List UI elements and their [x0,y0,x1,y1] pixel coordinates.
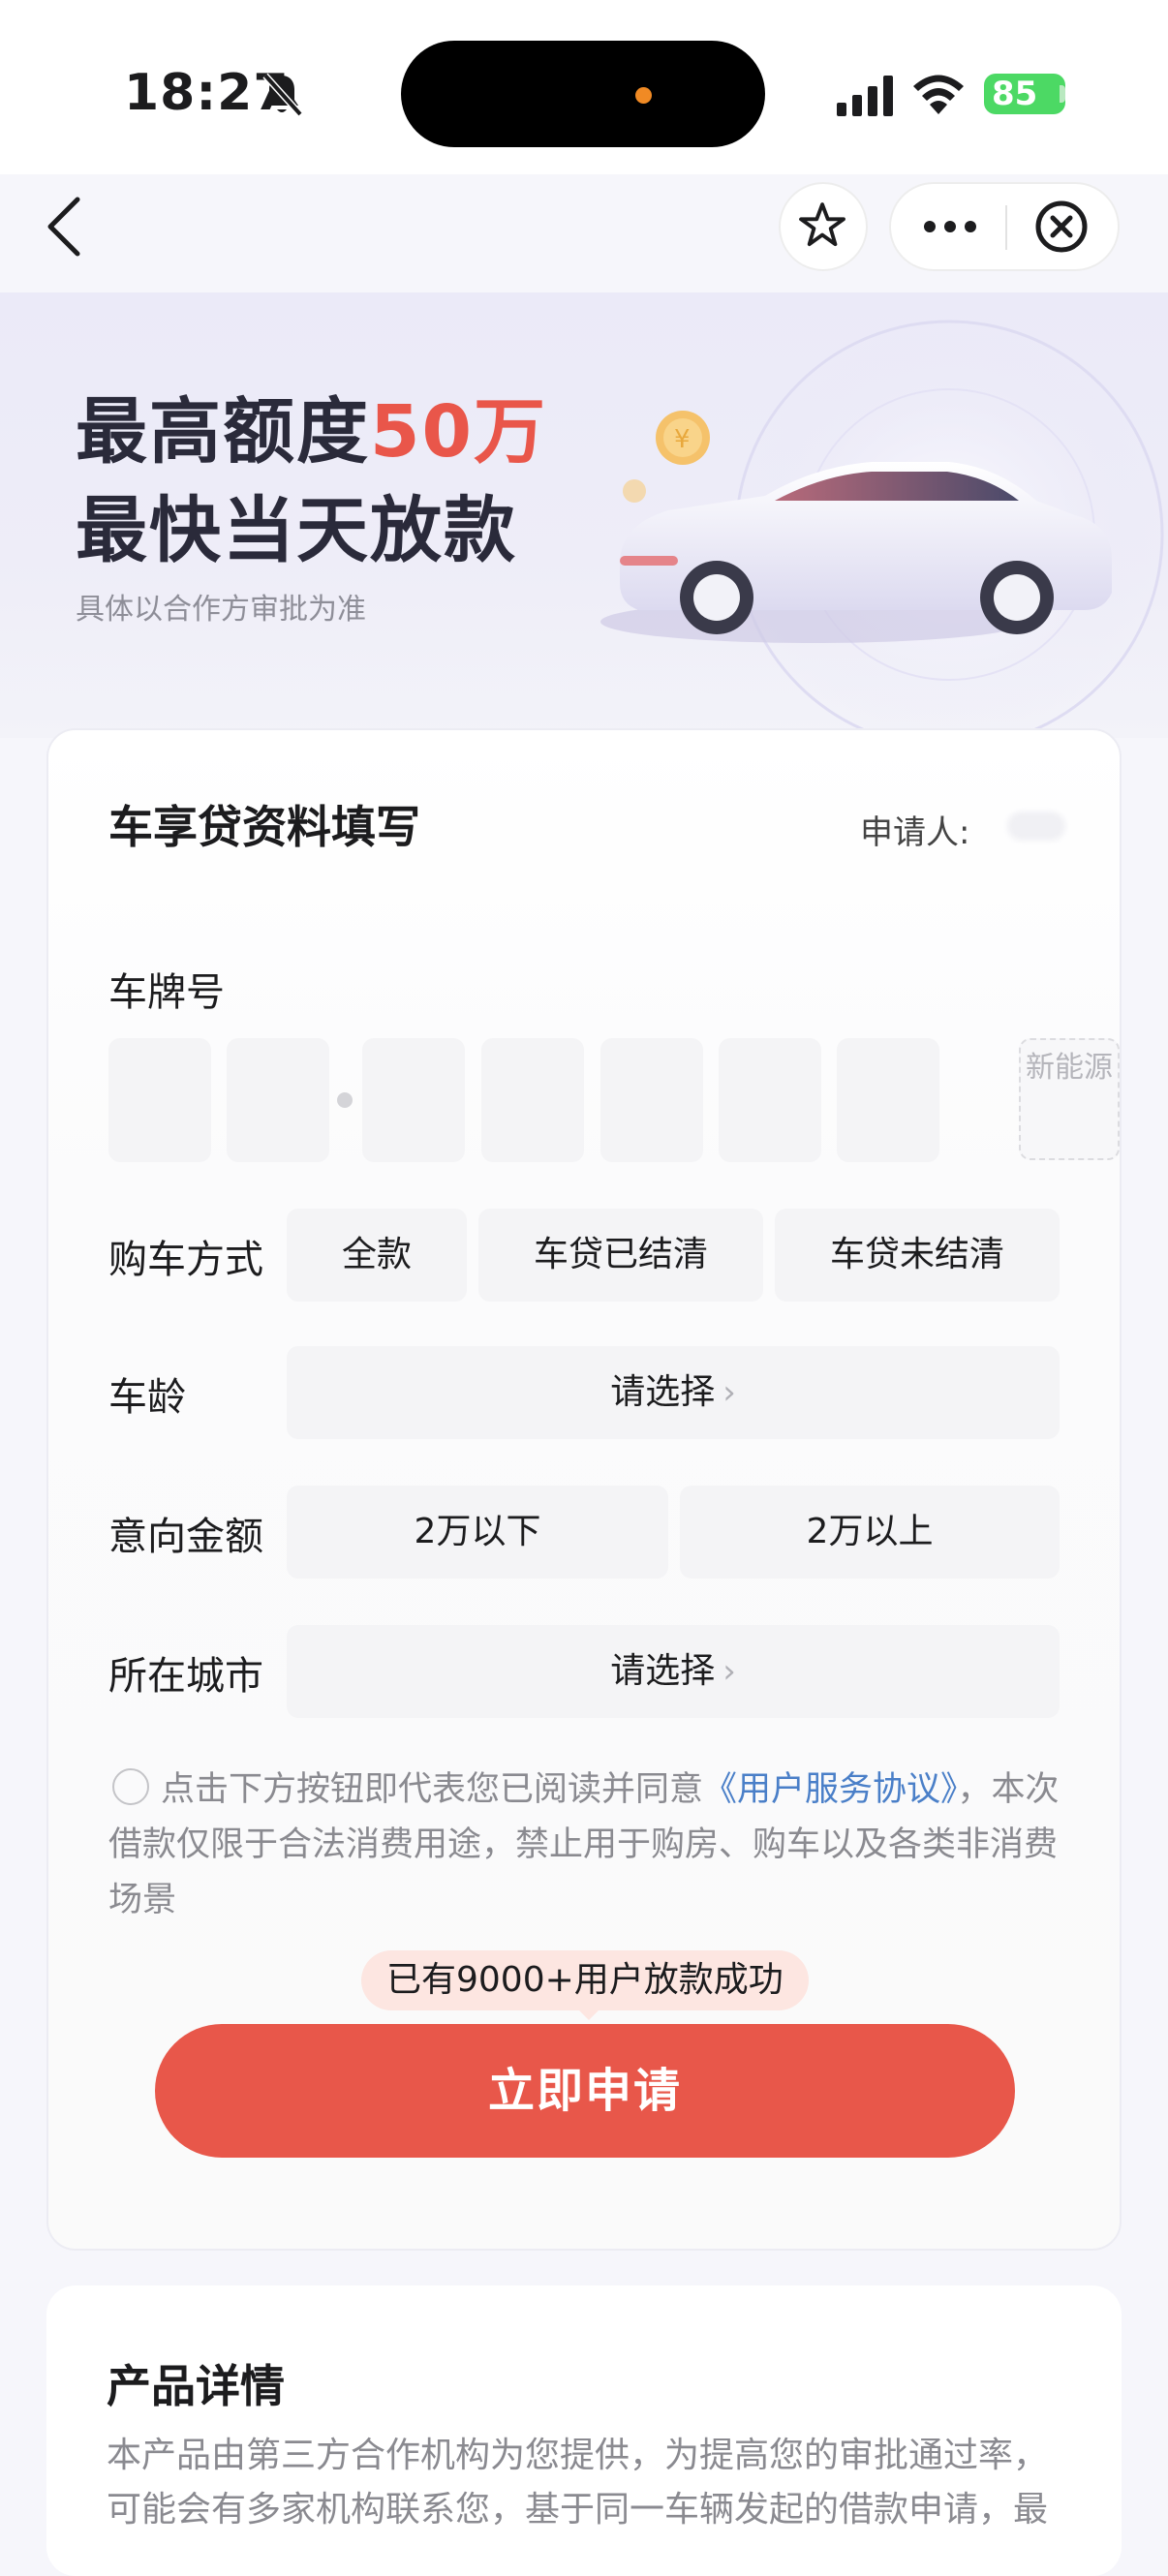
dynamic-island [401,41,765,147]
product-details-title: 产品详情 [107,2360,285,2412]
star-icon [799,202,845,247]
plate-char-7[interactable] [837,1038,939,1162]
plate-char-1[interactable] [108,1038,211,1162]
battery-level: 85 [992,75,1038,113]
plate-char-5[interactable] [600,1038,703,1162]
battery-tip [1060,85,1065,103]
plate-char-2[interactable] [227,1038,329,1162]
car-age-select[interactable]: 请选择 › [287,1346,1060,1439]
plate-new-energy-slot[interactable]: 新能源 [1019,1038,1120,1160]
applicant-name-masked [1007,812,1065,841]
wifi-icon [913,75,964,114]
success-count-tip: 已有9000+用户放款成功 [361,1950,809,2010]
plate-input-row: 新能源 [108,1038,1120,1164]
favorite-button[interactable] [779,182,868,271]
user-service-agreement-link[interactable]: 《用户服务协议》 [703,1770,958,1809]
chevron-right-icon: › [722,1373,736,1412]
close-circle-icon [1035,200,1088,253]
plate-char-6[interactable] [719,1038,821,1162]
car-age-label: 车龄 [108,1375,186,1420]
tip-arrow [577,2009,600,2020]
svg-text:¥: ¥ [674,425,691,454]
hero-title-line2: 最快当天放款 [76,489,517,572]
purchase-label: 购车方式 [108,1238,263,1282]
purchase-option-full[interactable]: 全款 [287,1209,467,1302]
car-age-placeholder: 请选择 [610,1372,716,1412]
form-title: 车享贷资料填写 [108,801,420,853]
back-button[interactable] [39,192,93,261]
plate-char-3[interactable] [362,1038,465,1162]
city-label: 所在城市 [108,1654,263,1699]
application-form-card: 车享贷资料填写 申请人: 车牌号 新能源 购车方式 全款 车贷已结清 车贷未结清… [46,728,1122,2251]
hero-title-prefix: 最高额度 [76,390,370,474]
agreement-prefix: 点击下方按钮即代表您已阅读并同意 [161,1770,704,1809]
more-dots-icon [924,221,976,232]
plate-separator-dot [337,1092,353,1108]
bell-muted-icon [262,73,303,117]
product-details-card: 产品详情 本产品由第三方合作机构为您提供，为提高您的审批通过率，可能会有多家机构… [46,2285,1122,2576]
agreement-text: 点击下方按钮即代表您已阅读并同意《用户服务协议》，本次借款仅限于合法消费用途，禁… [108,1763,1077,1928]
apply-now-button[interactable]: 立即申请 [155,2024,1015,2158]
hero-banner: 最高额度50万 最快当天放款 具体以合作方审批为准 ¥ [0,292,1168,738]
chevron-right-icon: › [722,1652,736,1691]
car-illustration: ¥ [600,320,1164,738]
city-placeholder: 请选择 [610,1651,716,1691]
cellular-signal-icon [837,76,893,116]
plate-label: 车牌号 [108,970,225,1015]
city-select[interactable]: 请选择 › [287,1625,1060,1718]
battery-indicator: 85 [984,74,1065,114]
product-details-text: 本产品由第三方合作机构为您提供，为提高您的审批通过率，可能会有多家机构联系您，基… [107,2436,1049,2530]
amount-option-under-20k[interactable]: 2万以下 [287,1486,668,1579]
hero-title-line1: 最高额度50万 [76,374,547,477]
hero-subtitle: 具体以合作方审批为准 [76,593,366,627]
agreement-checkbox[interactable] [112,1768,149,1805]
recording-dot [635,87,652,104]
purchase-option-loan-uncleared[interactable]: 车贷未结清 [775,1209,1060,1302]
purchase-option-loan-cleared[interactable]: 车贷已结清 [478,1209,763,1302]
applicant-label: 申请人: [860,813,970,852]
close-button[interactable] [1007,184,1118,269]
plate-char-4[interactable] [481,1038,584,1162]
status-bar: 18:27 85 [0,0,1168,174]
more-button[interactable] [891,184,1005,269]
hero-title-amount: 50万 [370,390,547,474]
amount-option-over-20k[interactable]: 2万以上 [680,1486,1060,1579]
mini-program-capsule [889,182,1120,271]
amount-label: 意向金额 [108,1515,263,1559]
